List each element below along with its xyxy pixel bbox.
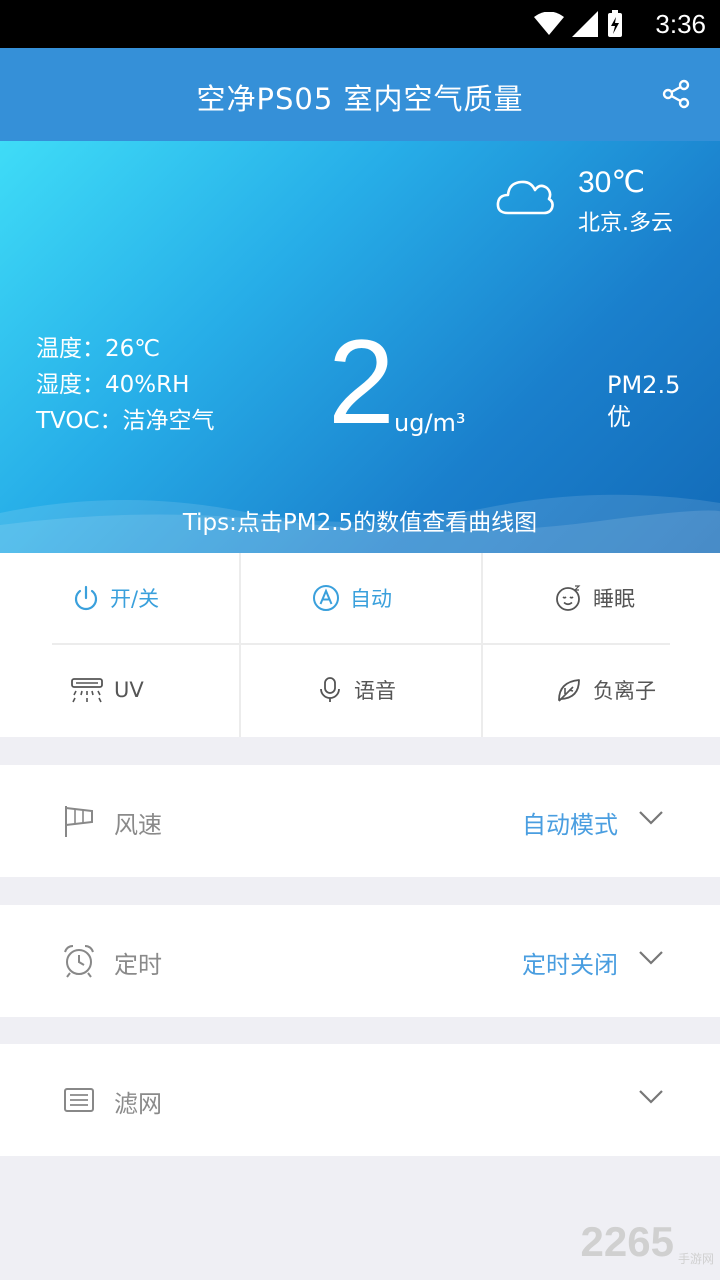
status-bar: 3:36 bbox=[0, 0, 720, 48]
anion-button[interactable]: 负离子 bbox=[555, 645, 656, 735]
weather-location: 北京.多云 bbox=[578, 211, 673, 236]
sleep-button[interactable]: 睡眠 bbox=[555, 553, 635, 643]
sleep-face-icon bbox=[556, 585, 581, 611]
outdoor-temperature: 30℃ bbox=[578, 166, 646, 199]
page-title: 空净PS05 室内空气质量 bbox=[196, 82, 524, 116]
anion-label: 负离子 bbox=[593, 679, 656, 703]
indoor-humidity: 湿度：40%RH bbox=[36, 372, 190, 398]
status-icons bbox=[534, 10, 624, 38]
uv-label: UV bbox=[114, 678, 144, 702]
control-panel: 开/关 自动 睡眠 UV 语音 负离子 bbox=[0, 553, 720, 737]
pm25-value[interactable]: 2 bbox=[328, 317, 395, 447]
chevron-down-icon[interactable] bbox=[638, 809, 664, 827]
divider bbox=[481, 553, 483, 737]
chevron-down-icon[interactable] bbox=[638, 1088, 664, 1106]
pm25-unit: ug/m³ bbox=[394, 409, 466, 437]
tvoc-status: TVOC：洁净空气 bbox=[36, 408, 215, 434]
filter-list-icon bbox=[64, 1088, 94, 1112]
fan-speed-row[interactable]: 风速 自动模式 bbox=[0, 765, 720, 877]
power-button[interactable]: 开/关 bbox=[72, 553, 159, 643]
uv-lamp-icon bbox=[71, 678, 103, 703]
wifi-icon bbox=[534, 12, 564, 35]
windsock-icon bbox=[65, 806, 93, 837]
auto-icon bbox=[313, 585, 339, 611]
app-bar: 空净PS05 室内空气质量 bbox=[0, 48, 720, 141]
sleep-label: 睡眠 bbox=[593, 587, 635, 611]
microphone-icon bbox=[320, 677, 340, 702]
tips-text: Tips:点击PM2.5的数值查看曲线图 bbox=[182, 510, 538, 536]
cloud-icon bbox=[496, 180, 554, 215]
leaf-icon bbox=[558, 679, 580, 702]
power-label: 开/关 bbox=[110, 587, 160, 611]
pm25-label: PM2.5 bbox=[607, 371, 681, 399]
watermark-number: 2265 bbox=[580, 1218, 674, 1265]
watermark-site: 手游网 bbox=[677, 1252, 714, 1266]
battery-charging-icon bbox=[608, 10, 622, 37]
signal-icon bbox=[572, 11, 598, 37]
voice-button[interactable]: 语音 bbox=[316, 645, 396, 735]
indoor-temperature: 温度：26℃ bbox=[36, 336, 161, 362]
auto-label: 自动 bbox=[350, 587, 392, 611]
status-time: 3:36 bbox=[655, 9, 706, 39]
share-icon[interactable] bbox=[660, 78, 692, 110]
filter-row[interactable]: 滤网 bbox=[0, 1044, 720, 1156]
timer-label: 定时 bbox=[114, 951, 162, 979]
uv-button[interactable]: UV bbox=[70, 645, 144, 735]
pm25-quality: 优 bbox=[607, 403, 631, 431]
fan-speed-value[interactable]: 自动模式 bbox=[522, 805, 618, 840]
power-icon bbox=[74, 585, 98, 611]
chevron-down-icon[interactable] bbox=[638, 949, 664, 967]
divider bbox=[239, 553, 241, 737]
air-quality-panel: 30℃ 北京.多云 温度：26℃ 湿度：40%RH TVOC：洁净空气 2 ug… bbox=[0, 141, 720, 553]
voice-label: 语音 bbox=[354, 679, 396, 703]
fan-speed-label: 风速 bbox=[114, 811, 162, 839]
pm25-summary: PM2.5 优 bbox=[607, 369, 680, 433]
timer-row[interactable]: 定时 定时关闭 bbox=[0, 905, 720, 1017]
watermark: 2265 手游网 bbox=[581, 1218, 714, 1266]
timer-value[interactable]: 定时关闭 bbox=[522, 945, 618, 980]
environment-readings: 温度：26℃ 湿度：40%RH TVOC：洁净空气 bbox=[36, 331, 215, 439]
filter-label: 滤网 bbox=[114, 1090, 162, 1118]
auto-button[interactable]: 自动 bbox=[312, 553, 392, 643]
alarm-clock-icon bbox=[64, 945, 94, 978]
